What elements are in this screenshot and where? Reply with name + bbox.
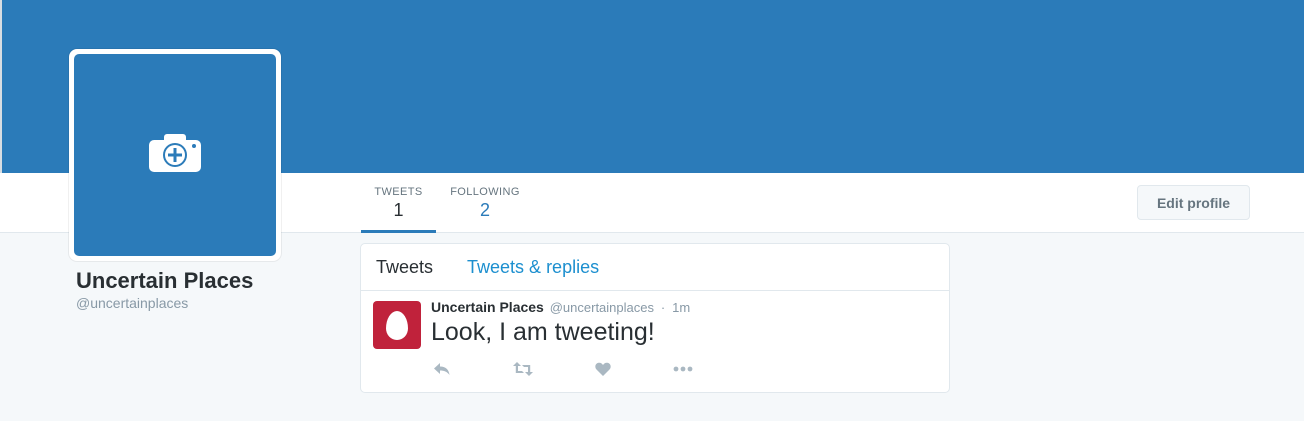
tweet-timestamp[interactable]: 1m	[672, 300, 690, 315]
tweet-item[interactable]: Uncertain Places @uncertainplaces · 1m L…	[361, 291, 949, 391]
profile-handle[interactable]: @uncertainplaces	[76, 295, 188, 311]
stat-following-label: FOLLOWING	[450, 186, 520, 198]
tweet-text: Look, I am tweeting!	[431, 318, 655, 346]
egg-avatar-icon[interactable]	[373, 301, 421, 349]
timeline-card: Tweets Tweets & replies Uncertain Places…	[360, 243, 950, 393]
profile-avatar[interactable]	[69, 49, 281, 261]
egg-shape	[386, 310, 408, 340]
tab-tweets-replies[interactable]: Tweets & replies	[467, 257, 599, 278]
tab-tweets[interactable]: Tweets	[376, 257, 433, 278]
more-icon[interactable]	[673, 361, 693, 377]
tweet-separator: ·	[660, 300, 666, 315]
stat-tweets-count: 1	[393, 200, 404, 220]
stat-following[interactable]: FOLLOWING 2	[446, 173, 524, 233]
tweet-header: Uncertain Places @uncertainplaces · 1m	[431, 299, 690, 315]
camera-plus-icon[interactable]	[147, 132, 203, 179]
reply-icon[interactable]	[433, 361, 451, 377]
tweet-author-handle[interactable]: @uncertainplaces	[550, 300, 654, 315]
stat-tweets-label: TWEETS	[374, 186, 423, 198]
tweet-author-name[interactable]: Uncertain Places	[431, 299, 544, 315]
stat-following-count: 2	[479, 200, 490, 220]
profile-name[interactable]: Uncertain Places	[76, 268, 253, 294]
edit-profile-button[interactable]: Edit profile	[1137, 185, 1250, 220]
retweet-icon[interactable]	[513, 361, 533, 377]
stat-tweets[interactable]: TWEETS 1	[361, 173, 436, 233]
timeline-tabs: Tweets Tweets & replies	[361, 244, 949, 291]
avatar-placeholder	[74, 54, 276, 256]
like-icon[interactable]	[595, 361, 611, 377]
